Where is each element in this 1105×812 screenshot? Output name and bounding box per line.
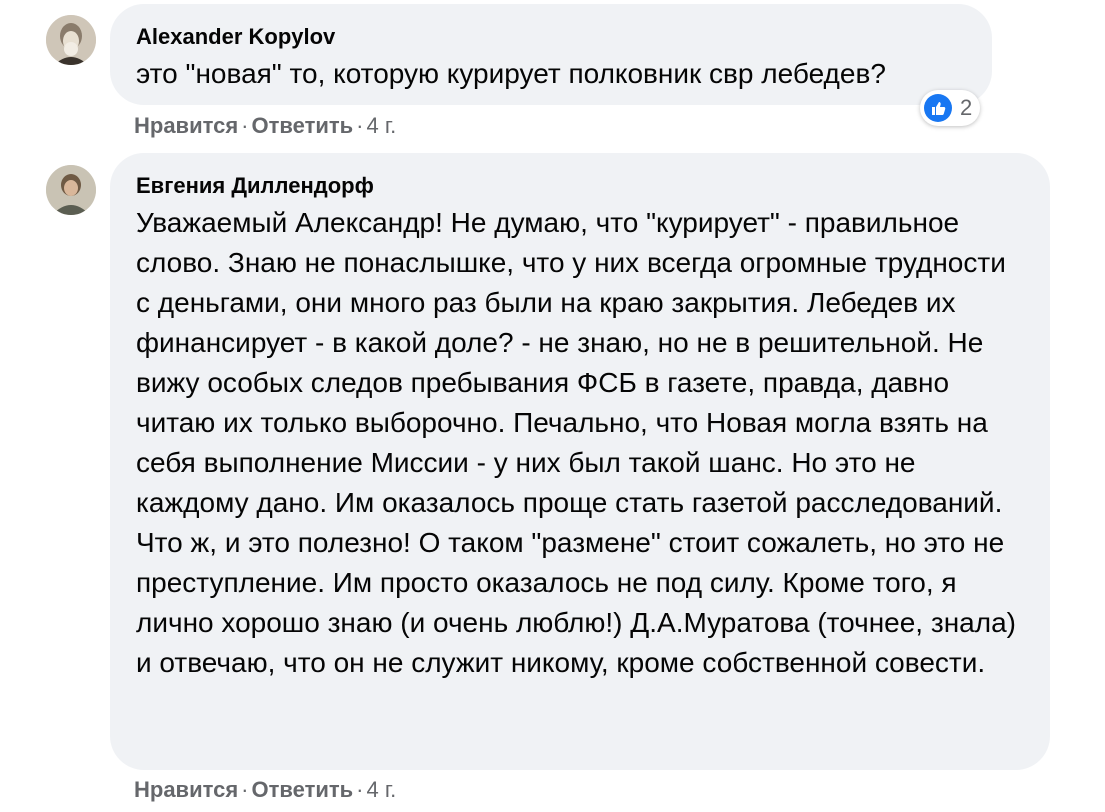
timestamp[interactable]: 4 г. xyxy=(367,777,397,802)
comment-actions: Нравится · Ответить · 4 г. xyxy=(134,777,396,803)
comment-actions: Нравится · Ответить · 4 г. xyxy=(134,113,396,139)
comment-bubble: Евгения Диллендорф Уважаемый Александр! … xyxy=(110,153,1050,770)
timestamp[interactable]: 4 г. xyxy=(367,113,397,138)
avatar[interactable] xyxy=(46,15,96,65)
like-icon xyxy=(924,94,952,122)
comment-author[interactable]: Alexander Kopylov xyxy=(136,24,966,50)
separator: · xyxy=(356,113,364,138)
avatar[interactable] xyxy=(46,165,96,215)
separator: · xyxy=(356,777,364,802)
reaction-summary[interactable]: 2 xyxy=(920,90,981,126)
reaction-count: 2 xyxy=(960,95,973,120)
like-button[interactable]: Нравится xyxy=(134,113,238,138)
like-button[interactable]: Нравится xyxy=(134,777,238,802)
comment-text: это "новая" то, которую курирует полковн… xyxy=(136,58,886,89)
comment-author[interactable]: Евгения Диллендорф xyxy=(136,173,1024,199)
reply-button[interactable]: Ответить xyxy=(252,777,354,802)
comment-text: Уважаемый Александр! Не думаю, что "кури… xyxy=(136,207,1016,678)
reply-button[interactable]: Ответить xyxy=(252,113,354,138)
separator: · xyxy=(241,777,249,802)
comment-bubble: Alexander Kopylov это "новая" то, котору… xyxy=(110,4,992,105)
separator: · xyxy=(241,113,249,138)
